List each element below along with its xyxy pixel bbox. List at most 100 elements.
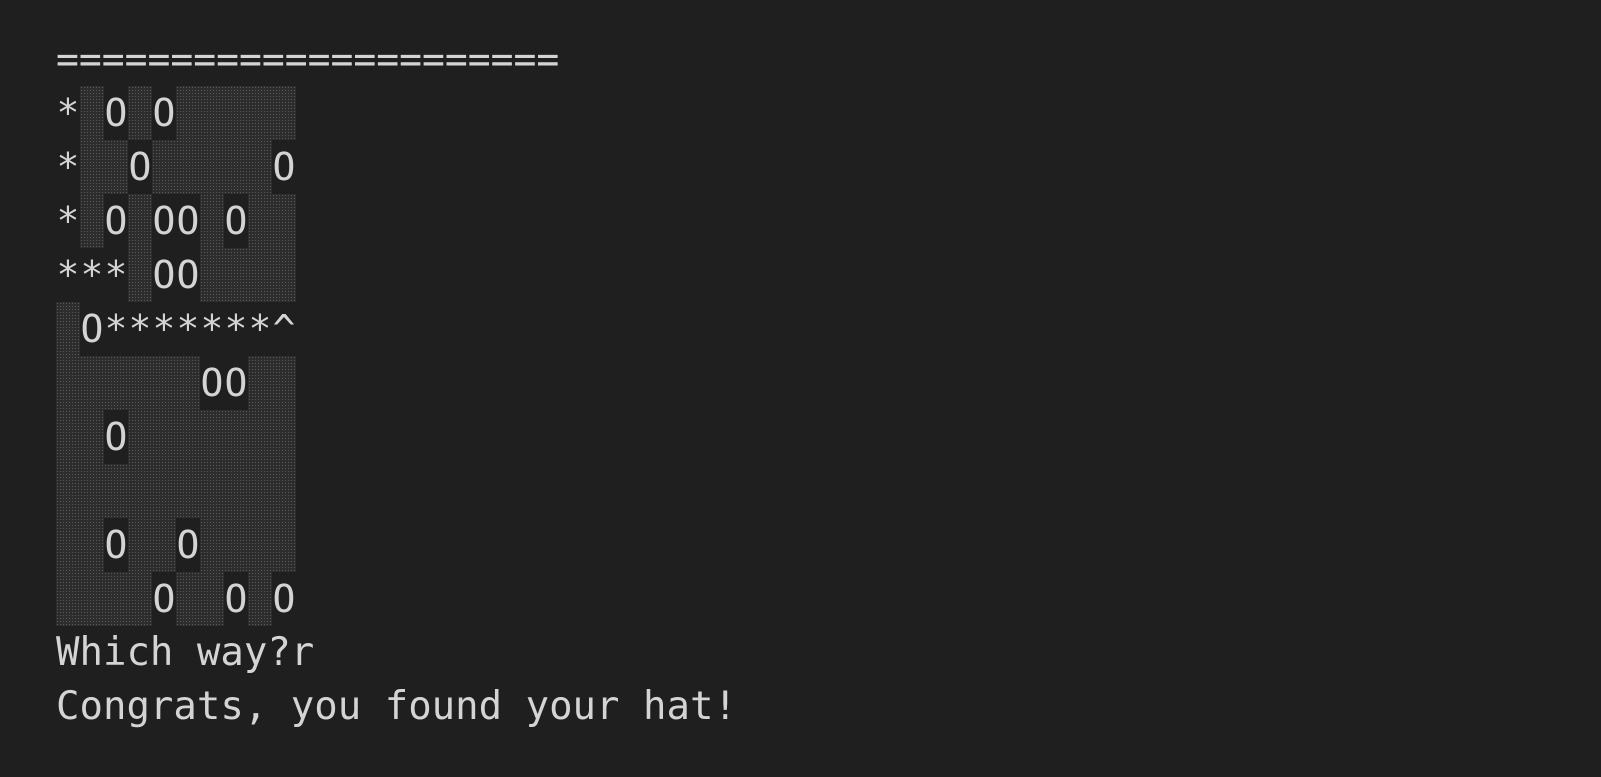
field-cell (176, 86, 200, 140)
field-cell (200, 86, 224, 140)
hole-cell: O (176, 518, 200, 572)
field-cell (224, 464, 248, 518)
field-cell (200, 194, 224, 248)
field-cell (152, 410, 176, 464)
grid-row: * O O (56, 86, 1556, 140)
hole-cell: O (152, 194, 176, 248)
field-cell (200, 140, 224, 194)
field-cell (56, 410, 80, 464)
field-cell (272, 410, 296, 464)
hole-cell: O (224, 572, 248, 626)
field-cell (128, 572, 152, 626)
field-cell (104, 572, 128, 626)
grid-row: * O O (56, 140, 1556, 194)
path-cell: * (248, 302, 272, 356)
field-cell (200, 410, 224, 464)
path-cell: * (104, 248, 128, 302)
game-grid: * O O * O O * O O O O * * * O O O * * * * * * * ^ O O O O O O O O (56, 86, 1556, 626)
field-cell (176, 572, 200, 626)
hole-cell: O (176, 194, 200, 248)
field-cell (200, 518, 224, 572)
field-cell (56, 356, 80, 410)
grid-row: * O O O O (56, 194, 1556, 248)
path-cell: * (200, 302, 224, 356)
field-cell (176, 356, 200, 410)
hole-cell: O (272, 572, 296, 626)
field-cell (272, 518, 296, 572)
field-cell (80, 518, 104, 572)
field-cell (152, 140, 176, 194)
hole-cell: O (152, 572, 176, 626)
field-cell (80, 356, 104, 410)
field-cell (200, 572, 224, 626)
grid-row: * * * O O (56, 248, 1556, 302)
hole-cell: O (80, 302, 104, 356)
field-cell (56, 518, 80, 572)
field-cell (80, 572, 104, 626)
field-cell (272, 248, 296, 302)
field-cell (248, 410, 272, 464)
path-cell: * (176, 302, 200, 356)
field-cell (248, 194, 272, 248)
field-cell (104, 464, 128, 518)
hole-cell: O (104, 410, 128, 464)
hole-cell: O (152, 86, 176, 140)
field-cell (152, 356, 176, 410)
field-cell (224, 518, 248, 572)
field-cell (104, 356, 128, 410)
field-cell (128, 194, 152, 248)
hole-cell: O (152, 248, 176, 302)
path-cell: * (152, 302, 176, 356)
field-cell (248, 518, 272, 572)
path-cell: * (56, 86, 80, 140)
field-cell (80, 194, 104, 248)
grid-row: OOO (56, 572, 1556, 626)
field-cell (56, 572, 80, 626)
field-cell (224, 140, 248, 194)
path-cell: * (56, 248, 80, 302)
result-message: Congrats, you found your hat! (56, 684, 737, 729)
field-cell (128, 356, 152, 410)
hole-cell: O (224, 356, 248, 410)
hole-cell: O (176, 248, 200, 302)
field-cell (248, 464, 272, 518)
grid-row: O * * * * * * * ^ (56, 302, 1556, 356)
field-cell (272, 194, 296, 248)
field-cell (128, 248, 152, 302)
field-cell (152, 518, 176, 572)
grid-row: OO (56, 518, 1556, 572)
field-cell (224, 248, 248, 302)
field-cell (80, 410, 104, 464)
field-cell (128, 86, 152, 140)
field-cell (248, 140, 272, 194)
path-cell: * (56, 140, 80, 194)
field-cell (248, 572, 272, 626)
field-cell (176, 410, 200, 464)
separator-line: ====================== (56, 37, 560, 81)
field-cell (152, 464, 176, 518)
hole-cell: O (104, 518, 128, 572)
grid-row: OO (56, 356, 1556, 410)
hat-cell: ^ (272, 302, 296, 356)
field-cell (128, 410, 152, 464)
field-cell (248, 356, 272, 410)
field-cell (272, 86, 296, 140)
field-cell (248, 86, 272, 140)
path-cell: * (224, 302, 248, 356)
hole-cell: O (200, 356, 224, 410)
path-cell: * (80, 248, 104, 302)
grid-row (56, 464, 1556, 518)
hole-cell: O (104, 86, 128, 140)
field-cell (224, 86, 248, 140)
hole-cell: O (128, 140, 152, 194)
field-cell (272, 356, 296, 410)
prompt-line: Which way?r (56, 630, 315, 675)
hole-cell: O (104, 194, 128, 248)
field-cell (80, 464, 104, 518)
hole-cell: O (224, 194, 248, 248)
field-cell (80, 86, 104, 140)
field-cell (128, 464, 152, 518)
path-cell: * (128, 302, 152, 356)
field-cell (272, 464, 296, 518)
field-cell (128, 518, 152, 572)
